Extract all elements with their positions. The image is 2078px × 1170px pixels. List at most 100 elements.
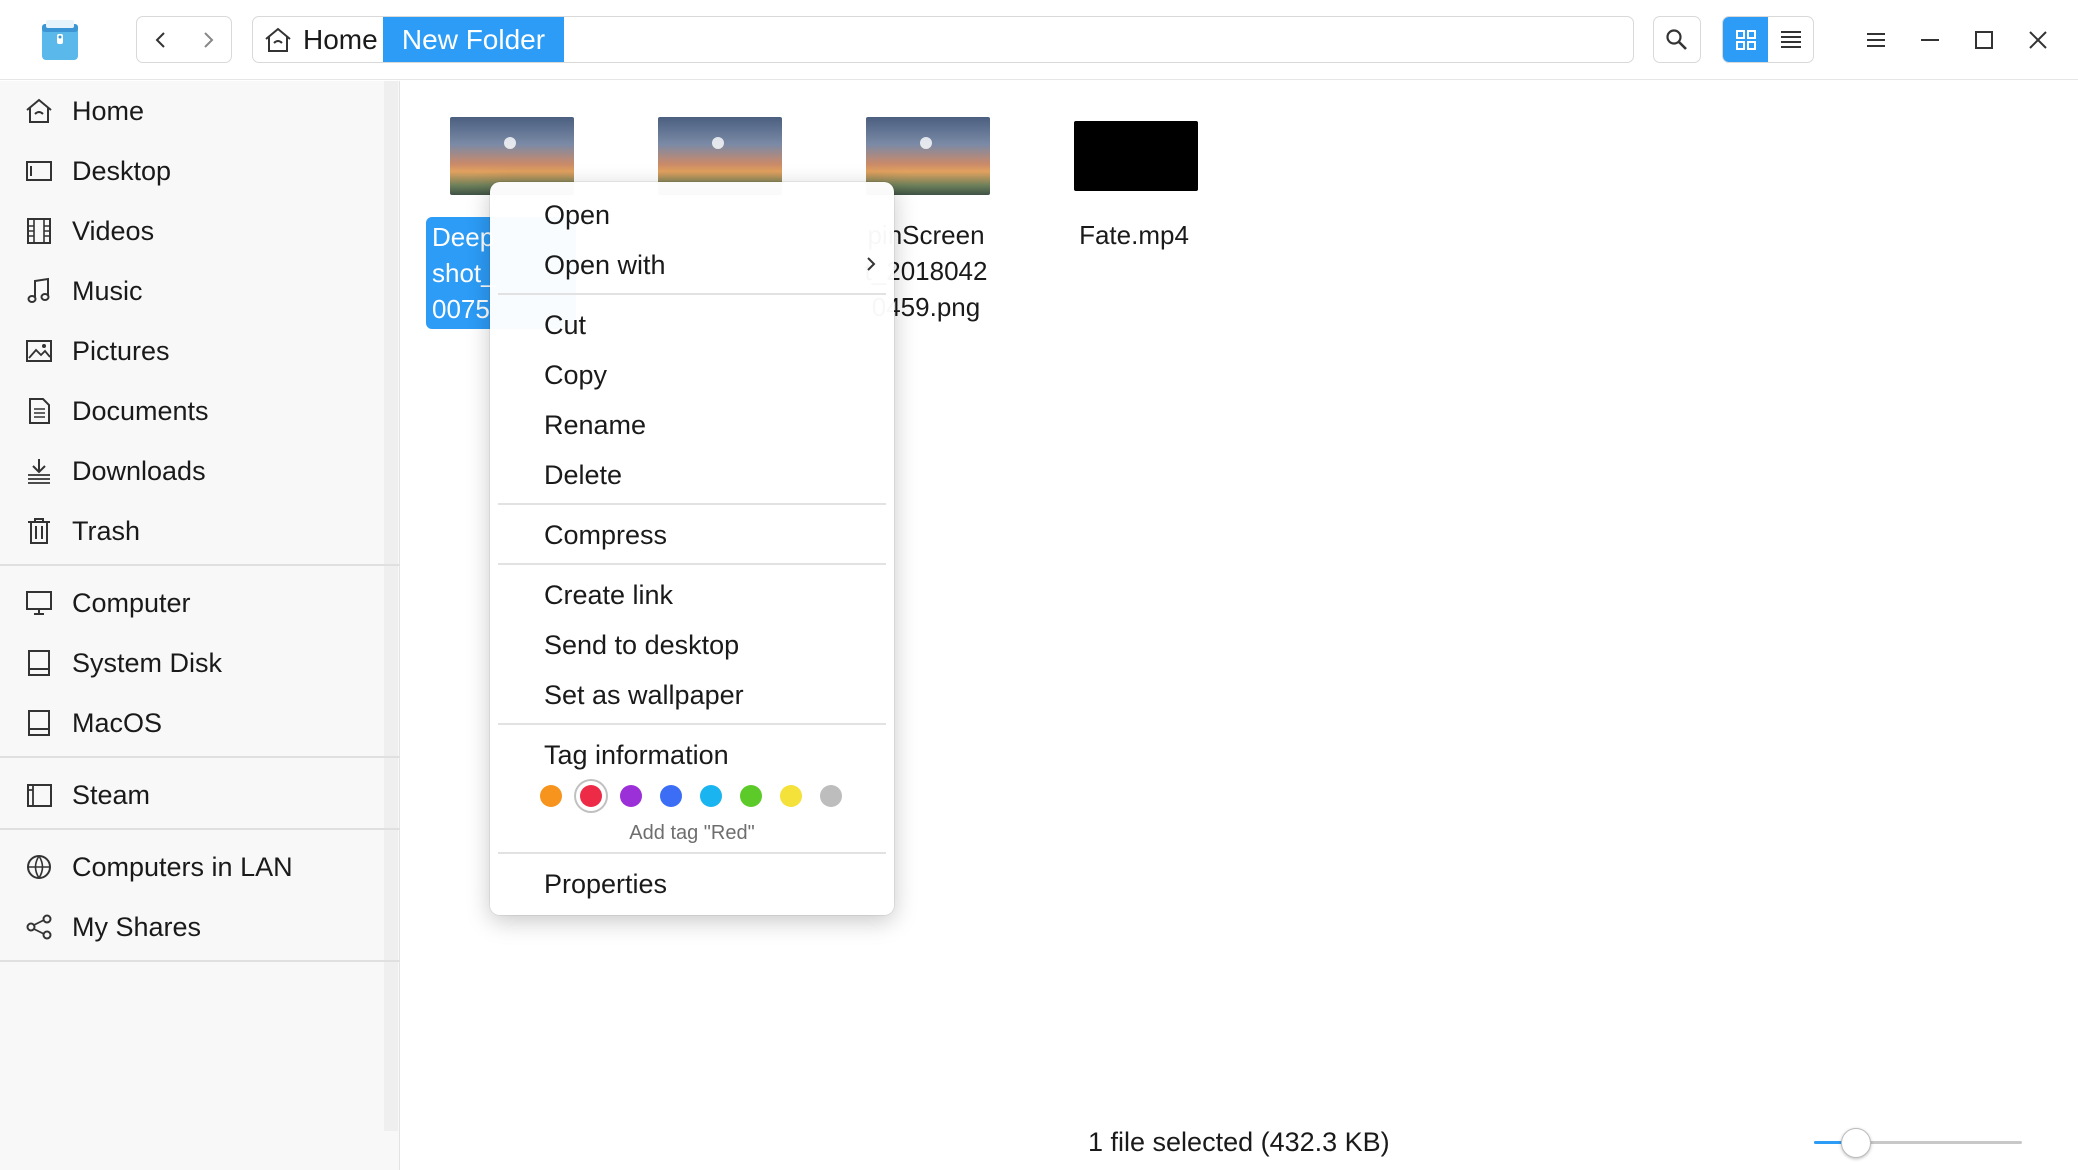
sidebar-scrollbar[interactable] (384, 81, 398, 1131)
network-icon (27, 855, 51, 879)
sidebar-item-desktop[interactable]: Desktop (0, 141, 384, 201)
desktop-icon (26, 161, 52, 181)
menu-item-label: Create link (544, 579, 674, 610)
menu-item-label: Cut (544, 309, 587, 340)
sidebar-item-label: Videos (72, 215, 155, 246)
view-mode-toggle (1722, 16, 1814, 63)
file-manager-logo-icon (42, 20, 78, 60)
sidebar-item-label: MacOS (72, 707, 163, 738)
sidebar: Home Desktop Videos Music Pictures Docum… (0, 81, 400, 1170)
sidebar-item-pictures[interactable]: Pictures (0, 321, 384, 381)
sidebar-item-system-disk[interactable]: System Disk (0, 633, 384, 693)
menu-item-label: Open (544, 199, 611, 230)
menu-separator (498, 852, 886, 854)
sidebar-item-label: Pictures (72, 335, 170, 366)
sidebar-item-label: Documents (72, 395, 209, 426)
grid-icon (1735, 29, 1756, 50)
share-icon (26, 914, 52, 940)
menu-separator (498, 563, 886, 565)
menu-separator (498, 503, 886, 505)
file-name: Fate.mp4 (1034, 217, 1234, 253)
close-icon (2029, 31, 2047, 49)
menu-item-delete[interactable]: Delete (490, 450, 894, 500)
sidebar-item-my-shares[interactable]: My Shares (0, 897, 384, 957)
downloads-icon (28, 459, 50, 484)
disk-icon (28, 650, 50, 676)
sidebar-item-downloads[interactable]: Downloads (0, 441, 384, 501)
sidebar-item-home[interactable]: Home (0, 81, 384, 141)
menu-item-properties[interactable]: Properties (490, 859, 894, 909)
sidebar-divider (0, 828, 400, 830)
icon-view-button[interactable] (1723, 17, 1768, 62)
menu-item-open[interactable]: Open (490, 190, 894, 240)
sidebar-divider (0, 564, 400, 566)
back-button[interactable] (137, 17, 184, 62)
sidebar-item-label: Computer (72, 587, 191, 618)
sidebar-item-videos[interactable]: Videos (0, 201, 384, 261)
sidebar-item-computer[interactable]: Computer (0, 573, 384, 633)
chevron-right-icon (867, 257, 876, 271)
breadcrumb-home[interactable]: Home (253, 17, 383, 62)
tag-blue[interactable] (660, 785, 682, 807)
sidebar-item-trash[interactable]: Trash (0, 501, 384, 561)
menu-item-cut[interactable]: Cut (490, 300, 894, 350)
sidebar-item-label: Desktop (72, 155, 172, 186)
sidebar-item-label: Steam (72, 779, 151, 810)
sidebar-item-label: System Disk (72, 647, 223, 678)
menu-item-label: Set as wallpaper (544, 679, 744, 710)
tag-color-picker (540, 785, 860, 811)
close-button[interactable] (2018, 20, 2058, 60)
sidebar-item-computers-in-lan[interactable]: Computers in LAN (0, 837, 384, 897)
trash-icon (28, 518, 50, 544)
computer-icon (26, 591, 52, 615)
home-icon (265, 27, 291, 52)
home-icon (26, 98, 52, 123)
menu-item-label: Tag information (544, 739, 729, 770)
sidebar-item-music[interactable]: Music (0, 261, 384, 321)
menu-item-open-with[interactable]: Open with (490, 240, 894, 290)
video-thumbnail (1074, 121, 1198, 191)
tag-hint-text: Add tag "Red" (629, 822, 755, 844)
tag-cyan[interactable] (700, 785, 722, 807)
hamburger-menu-icon (1867, 33, 1885, 47)
menu-item-label: Compress (544, 519, 668, 550)
tag-red[interactable] (580, 785, 602, 807)
tag-purple[interactable] (620, 785, 642, 807)
title-bar: Home New Folder (0, 0, 2078, 80)
sidebar-item-label: Trash (72, 515, 141, 546)
menu-item-tag-information[interactable]: Tag information (490, 730, 894, 780)
menu-item-send-to-desktop[interactable]: Send to desktop (490, 620, 894, 670)
forward-button[interactable] (184, 17, 231, 62)
tag-gray[interactable] (820, 785, 842, 807)
minimize-icon (1921, 39, 1939, 41)
sidebar-divider (0, 960, 400, 962)
context-menu: Open Open with Cut Copy Rename Delete Co… (490, 182, 894, 915)
menu-item-rename[interactable]: Rename (490, 400, 894, 450)
zoom-slider[interactable] (1814, 1127, 2022, 1158)
tag-orange[interactable] (540, 785, 562, 807)
menu-item-create-link[interactable]: Create link (490, 570, 894, 620)
zoom-slider-handle[interactable] (1840, 1128, 1871, 1158)
address-bar[interactable]: Home New Folder (252, 16, 1634, 63)
sidebar-item-documents[interactable]: Documents (0, 381, 384, 441)
tag-yellow[interactable] (780, 785, 802, 807)
menu-item-label: Open with (544, 249, 666, 280)
menu-separator (498, 293, 886, 295)
maximize-button[interactable] (1964, 20, 2004, 60)
breadcrumb-home-label: Home (303, 23, 378, 55)
sidebar-item-label: Music (72, 275, 143, 306)
search-button[interactable] (1653, 16, 1701, 63)
menu-item-label: Send to desktop (544, 629, 740, 660)
breadcrumb-current[interactable]: New Folder (383, 17, 564, 62)
sidebar-item-steam[interactable]: Steam (0, 765, 384, 825)
menu-item-set-as-wallpaper[interactable]: Set as wallpaper (490, 670, 894, 720)
minimize-button[interactable] (1910, 20, 1950, 60)
menu-item-copy[interactable]: Copy (490, 350, 894, 400)
menu-item-compress[interactable]: Compress (490, 510, 894, 560)
tag-green[interactable] (740, 785, 762, 807)
sidebar-item-macos[interactable]: MacOS (0, 693, 384, 753)
main-menu-button[interactable] (1856, 20, 1896, 60)
maximize-icon (1975, 31, 1993, 49)
list-view-button[interactable] (1768, 17, 1813, 62)
sidebar-item-label: Home (72, 95, 145, 126)
